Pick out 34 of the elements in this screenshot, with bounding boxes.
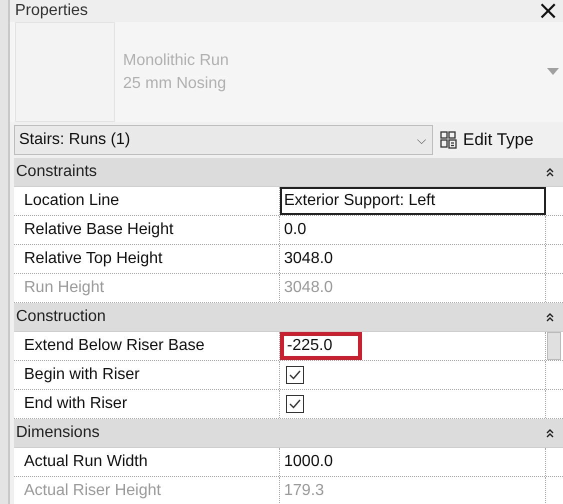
collapse-icon bbox=[545, 167, 555, 177]
property-name: Extend Below Riser Base bbox=[14, 332, 280, 360]
property-name: Run Height bbox=[14, 274, 280, 302]
section-header[interactable]: Constraints bbox=[14, 158, 563, 187]
dropdown-arrow-icon bbox=[547, 68, 559, 76]
checkbox[interactable] bbox=[286, 395, 304, 413]
section-header[interactable]: Dimensions bbox=[14, 419, 563, 448]
property-name: End with Riser bbox=[14, 390, 280, 418]
property-value: 0.0 bbox=[283, 220, 308, 240]
property-value: -225.0 bbox=[280, 332, 362, 360]
property-name: Location Line bbox=[14, 187, 280, 215]
edit-type-button[interactable]: Edit Type bbox=[437, 130, 536, 150]
scrollbar-thumb[interactable] bbox=[547, 332, 561, 360]
section-header[interactable]: Construction bbox=[14, 303, 563, 332]
checkbox[interactable] bbox=[286, 366, 304, 384]
type-name: Monolithic Run bbox=[123, 51, 230, 71]
type-name: 25 mm Nosing bbox=[123, 74, 228, 94]
collapse-icon bbox=[545, 312, 555, 322]
edit-type-icon bbox=[439, 130, 459, 150]
category-dropdown[interactable]: Stairs: Runs (1) ⌵ bbox=[14, 125, 433, 155]
property-name: Begin with Riser bbox=[14, 361, 280, 389]
close-button[interactable]: × bbox=[533, 0, 563, 22]
panel-title: Properties bbox=[15, 2, 88, 20]
property-name: Relative Top Height bbox=[14, 245, 280, 273]
property-value: 179.3 bbox=[283, 481, 326, 501]
property-value: Exterior Support: Left bbox=[283, 191, 436, 211]
property-name: Relative Base Height bbox=[14, 216, 280, 244]
property-value: 3048.0 bbox=[283, 249, 334, 269]
collapse-icon bbox=[545, 428, 555, 438]
value-field[interactable]: Exterior Support: Left bbox=[280, 187, 546, 215]
property-value: 3048.0 bbox=[283, 278, 334, 298]
property-name: Actual Run Width bbox=[14, 448, 280, 476]
property-name: Actual Riser Height bbox=[14, 477, 280, 504]
property-value: 1000.0 bbox=[283, 452, 334, 472]
